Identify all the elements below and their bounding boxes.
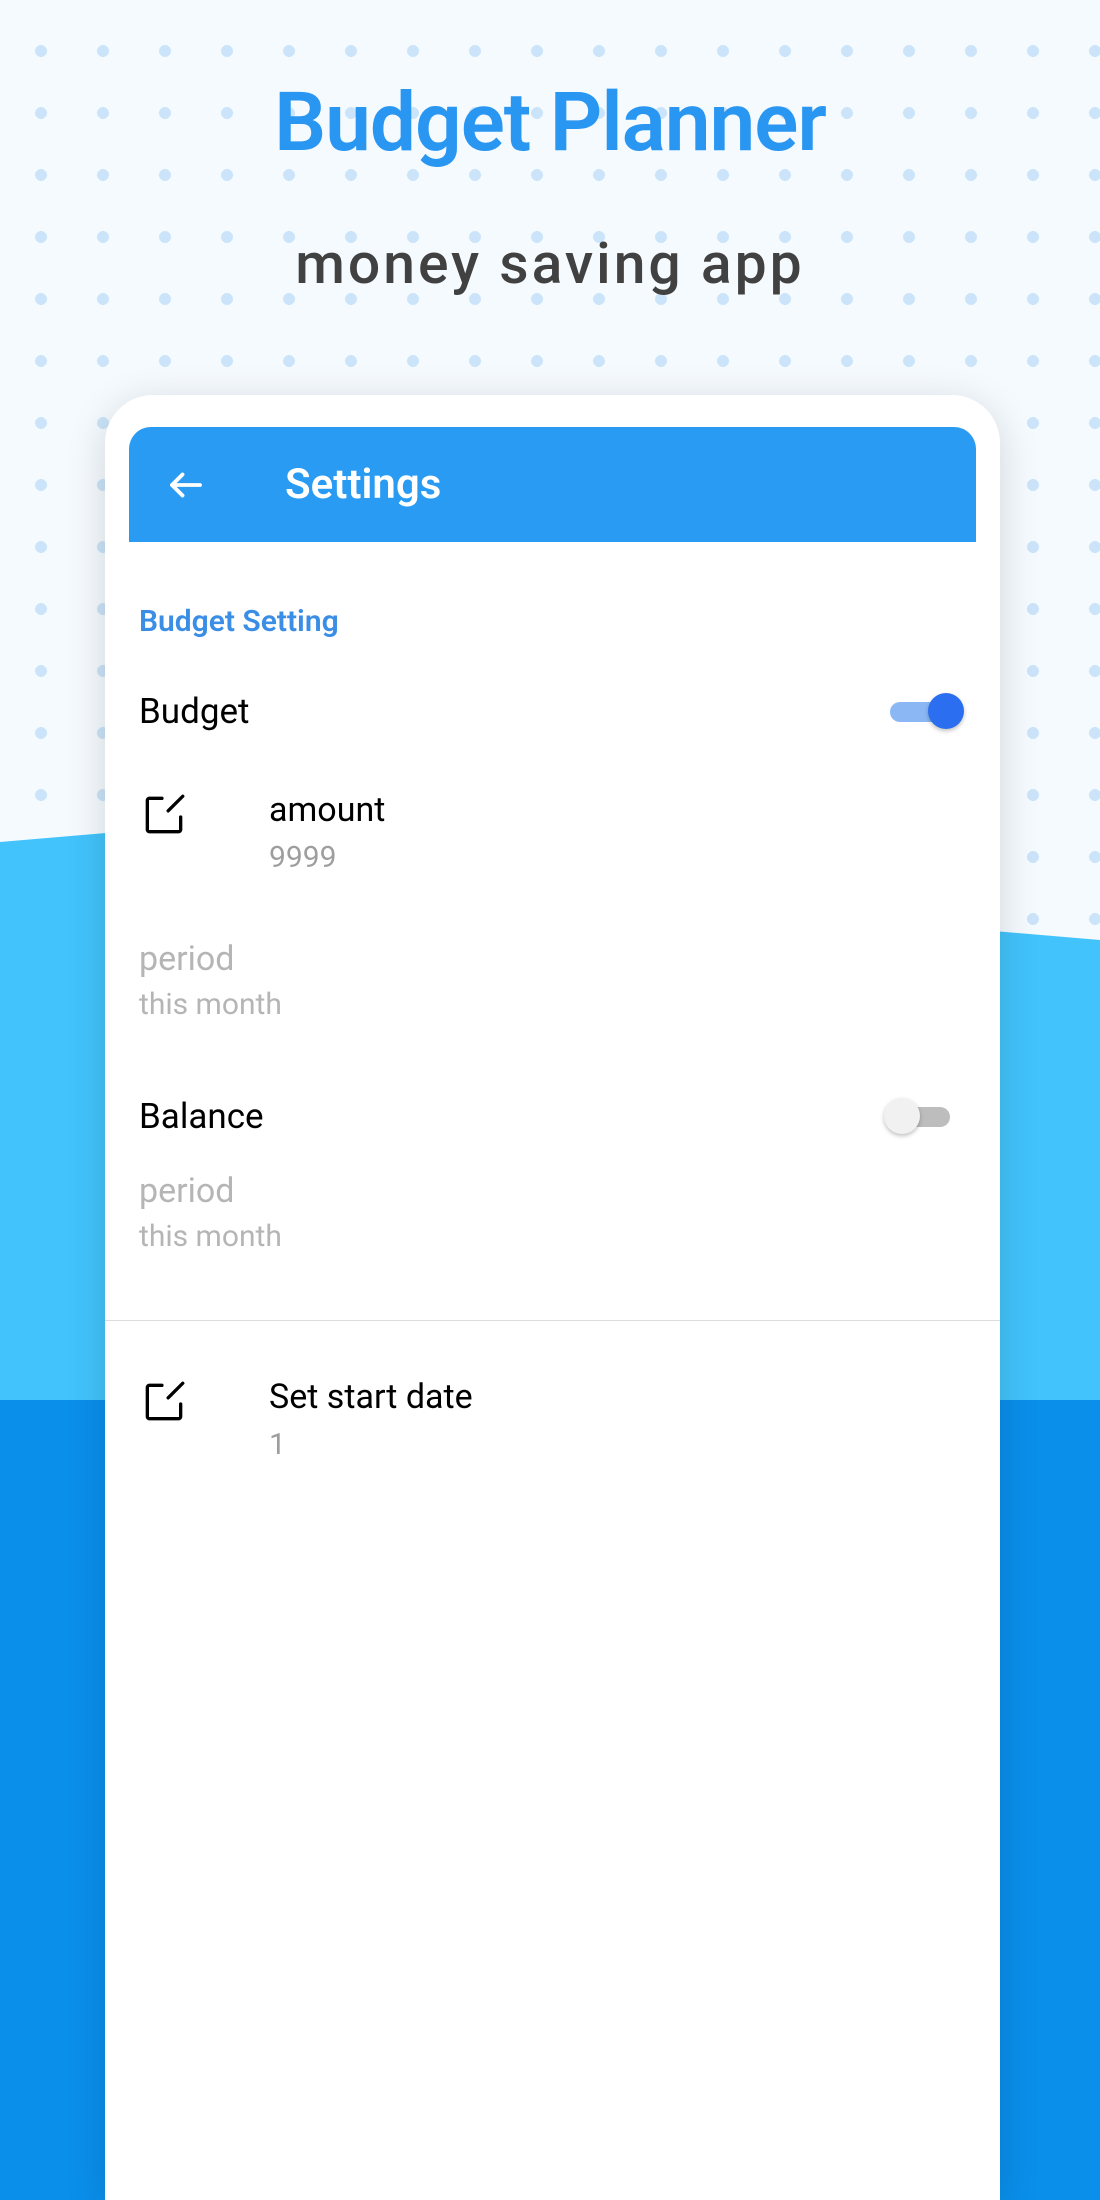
budget-toggle-row: Budget bbox=[137, 639, 968, 784]
budget-period-value: this month bbox=[139, 987, 968, 1022]
balance-toggle[interactable] bbox=[890, 1103, 960, 1131]
budget-period-label: period bbox=[139, 939, 968, 979]
section-title-budget-setting: Budget Setting bbox=[137, 542, 968, 639]
edit-icon bbox=[139, 790, 189, 844]
promo-title: Budget Planner bbox=[0, 75, 1100, 171]
promo-subtitle: money saving app bbox=[0, 230, 1100, 297]
balance-label: Balance bbox=[139, 1096, 264, 1137]
balance-period-row: period this month bbox=[137, 1169, 968, 1294]
app-bar-title: Settings bbox=[285, 460, 441, 509]
budget-period-row: period this month bbox=[137, 915, 968, 1062]
back-arrow-icon[interactable] bbox=[165, 464, 207, 506]
divider bbox=[105, 1320, 1000, 1321]
balance-period-value: this month bbox=[139, 1219, 968, 1254]
content-area: Budget Setting Budget amount 9999 period bbox=[137, 542, 968, 1502]
phone-frame: Settings Budget Setting Budget amount 99… bbox=[105, 395, 1000, 2200]
amount-row[interactable]: amount 9999 bbox=[137, 784, 968, 915]
budget-label: Budget bbox=[139, 691, 250, 732]
start-date-row[interactable]: Set start date 1 bbox=[137, 1363, 968, 1502]
start-date-value: 1 bbox=[269, 1427, 473, 1462]
amount-label: amount bbox=[269, 790, 385, 830]
balance-toggle-row: Balance bbox=[137, 1062, 968, 1169]
start-date-label: Set start date bbox=[269, 1377, 473, 1417]
edit-icon bbox=[139, 1377, 189, 1431]
app-bar: Settings bbox=[129, 427, 976, 542]
balance-period-label: period bbox=[139, 1171, 968, 1211]
budget-toggle[interactable] bbox=[890, 698, 960, 726]
amount-value: 9999 bbox=[269, 840, 385, 875]
